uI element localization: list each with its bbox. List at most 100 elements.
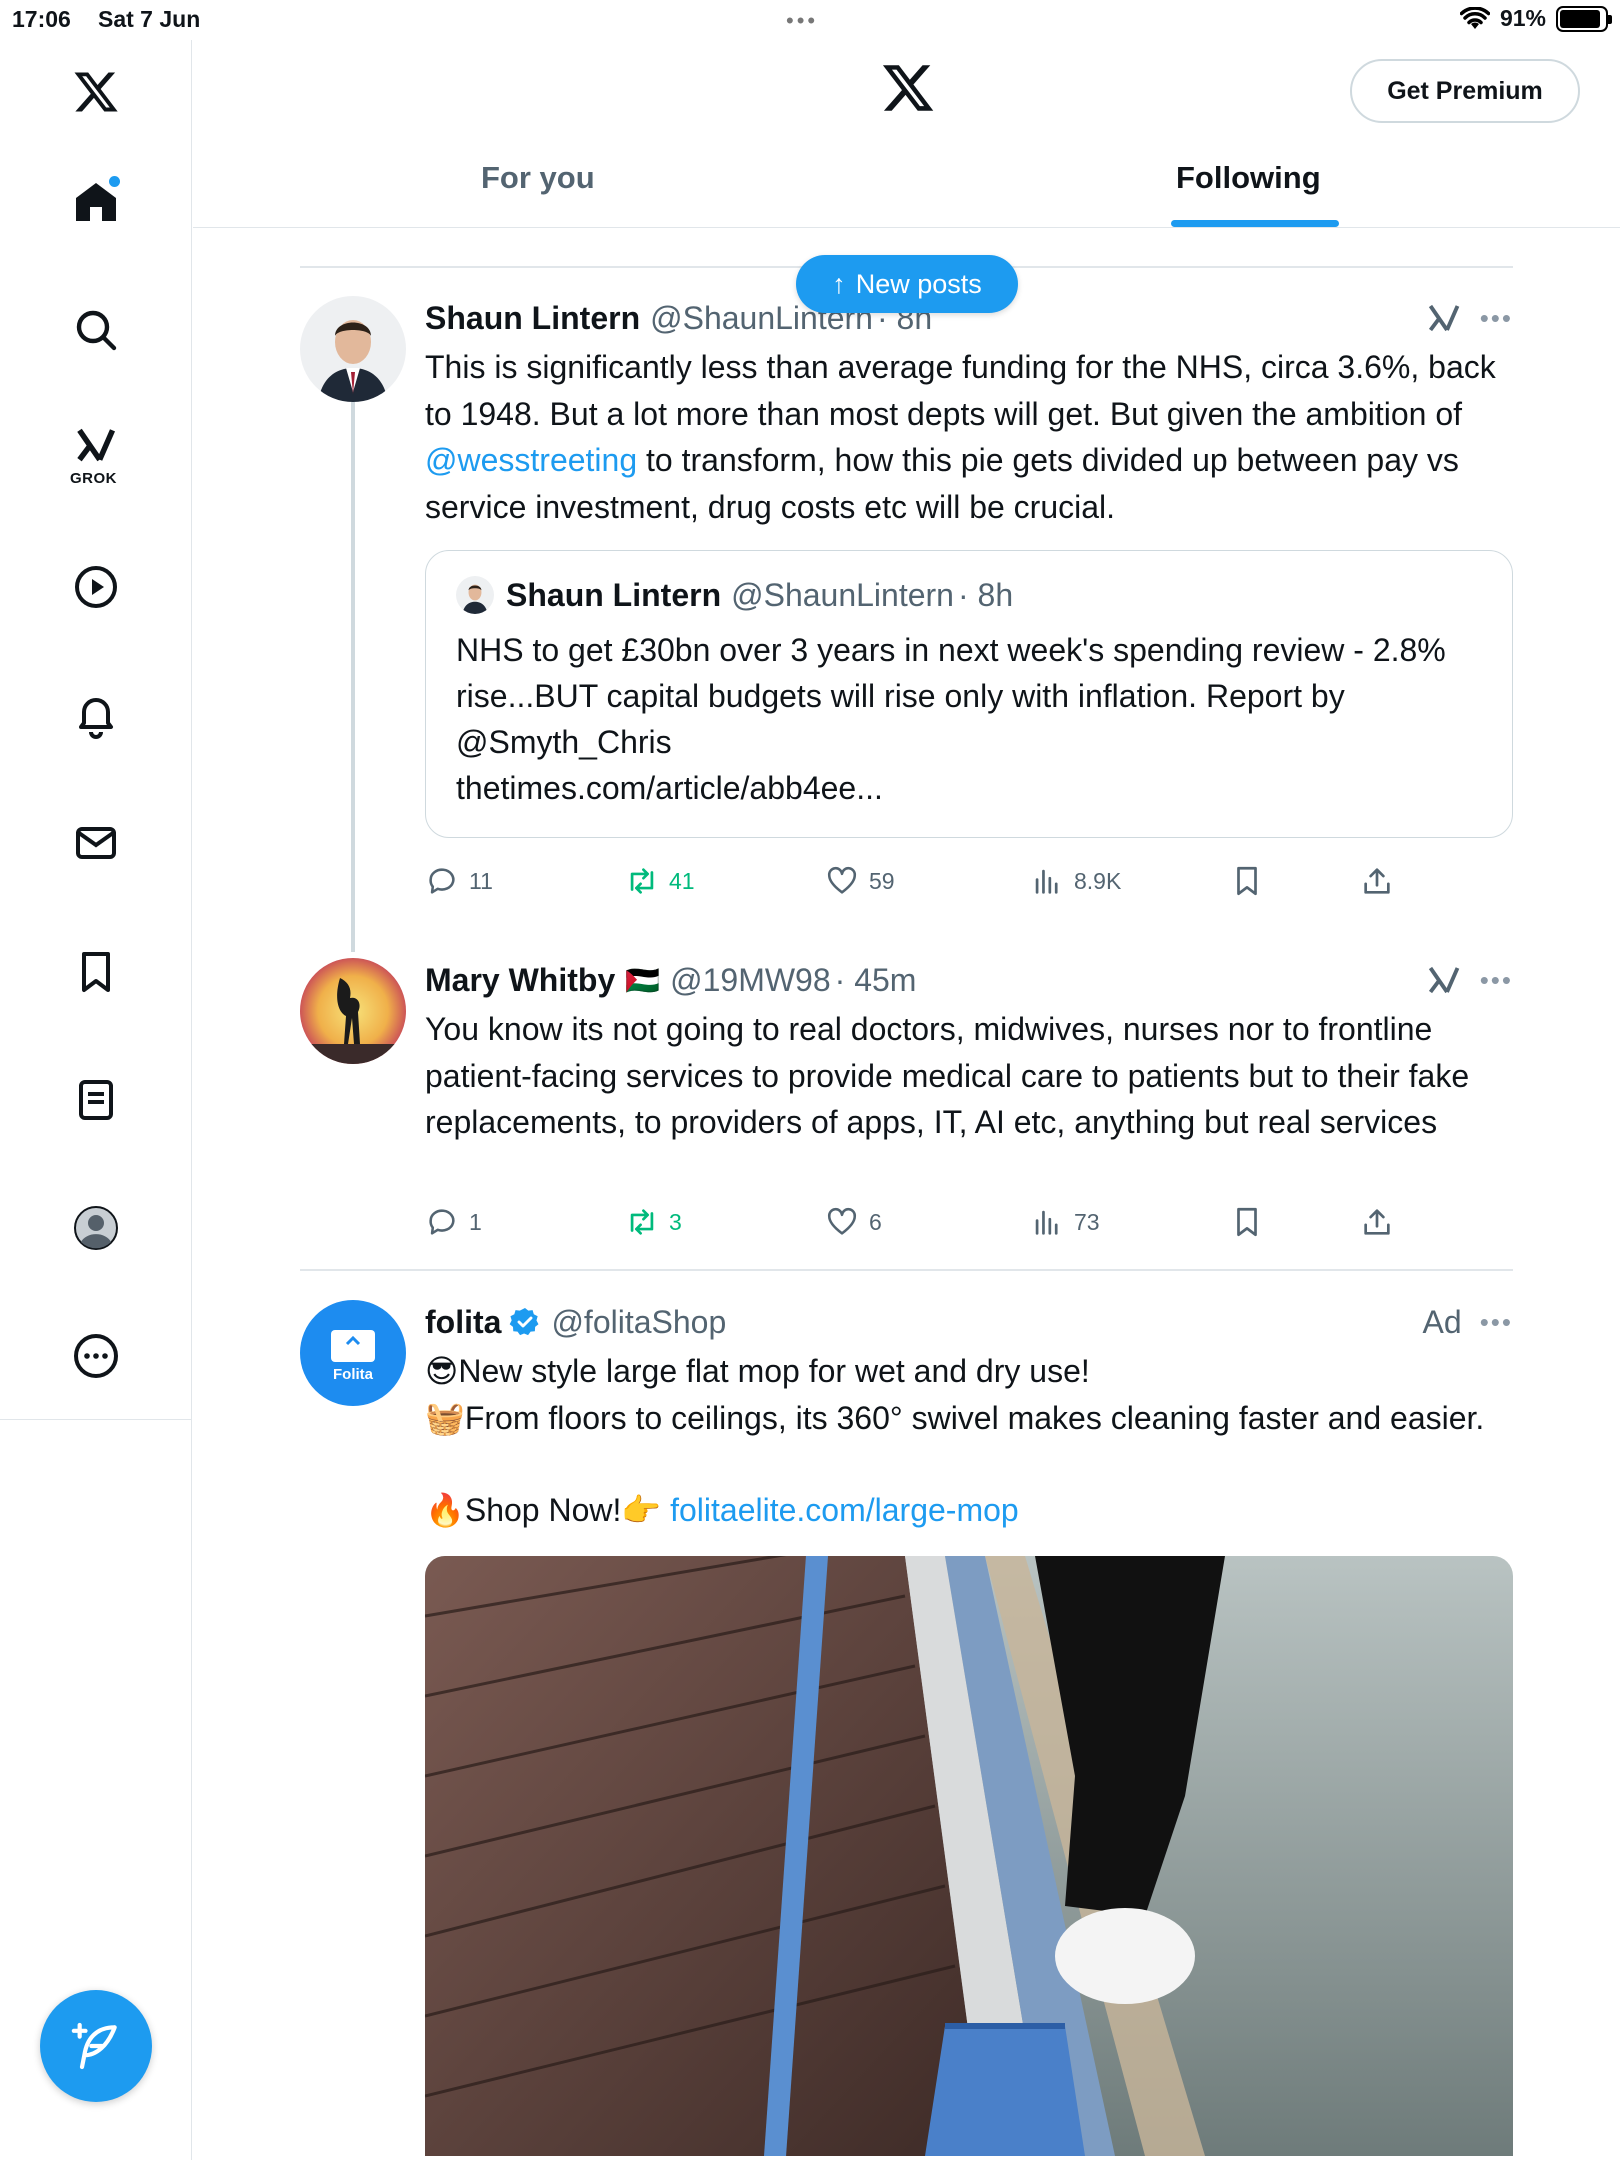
views-chart-icon (1035, 869, 1058, 894)
battery-percent: 91% (1499, 5, 1546, 31)
grok-icon[interactable] (1426, 962, 1462, 998)
bookmark-button[interactable] (1230, 859, 1264, 903)
post-text: You know its not going to real doctors, … (425, 1011, 1470, 1140)
status-date: Sat 7 Jun (98, 6, 201, 32)
avatar[interactable] (300, 296, 406, 402)
share-icon (1364, 1209, 1390, 1235)
views-chart-icon (1035, 1210, 1058, 1235)
quote-link-text: thetimes.com/article/abb4ee... (456, 770, 883, 806)
bookmark-icon (1237, 866, 1257, 896)
wifi-icon (1459, 6, 1490, 29)
views-button[interactable]: 73 (1030, 1200, 1100, 1244)
author-handle[interactable]: @19MW98 (670, 962, 831, 999)
battery-icon (1556, 5, 1612, 32)
repost-button[interactable]: 3 (625, 1200, 682, 1244)
like-count: 6 (869, 1208, 882, 1235)
post-text-part: This is significantly less than average … (425, 349, 1496, 432)
quote-text-body: NHS to get £30bn over 3 years in next we… (456, 632, 1446, 760)
quote-author-handle: @ShaunLintern (731, 576, 954, 613)
ad-line-2: 🧺From floors to ceilings, its 360° swive… (425, 1399, 1485, 1436)
views-count: 8.9K (1074, 867, 1122, 894)
x-logo-icon[interactable] (880, 60, 936, 116)
more-options-icon[interactable]: ••• (1480, 965, 1513, 996)
like-button[interactable]: 6 (825, 1200, 882, 1244)
arrow-up-icon: ↑ (832, 268, 846, 299)
lists-icon[interactable] (66, 1070, 126, 1130)
status-time: 17:06 (12, 6, 71, 32)
bookmark-icon (1237, 1207, 1257, 1237)
video-icon[interactable] (66, 557, 126, 617)
grok-icon[interactable]: GROK (66, 422, 126, 487)
quote-author-name: Shaun Lintern (506, 576, 722, 613)
author-name[interactable]: folita (425, 1304, 501, 1341)
ad-label: Ad (1422, 1304, 1462, 1340)
share-button[interactable] (1360, 1200, 1394, 1244)
notification-dot (109, 176, 120, 187)
more-options-icon[interactable] (66, 1326, 126, 1386)
bookmarks-icon[interactable] (66, 942, 126, 1002)
get-premium-button[interactable]: Get Premium (1350, 59, 1580, 123)
post-header: folita @folitaShop (425, 1300, 1513, 1344)
home-icon[interactable] (66, 172, 126, 232)
sidebar: GROK (0, 40, 192, 2160)
timeline-header: Get Premium For you Following (193, 40, 1620, 228)
compose-post-button[interactable] (40, 1990, 152, 2102)
new-posts-button[interactable]: ↑ New posts (796, 255, 1018, 313)
repost-icon (630, 868, 654, 894)
quoted-post[interactable]: Shaun Lintern @ShaunLintern · 8h NHS to … (425, 550, 1513, 838)
profile-avatar-icon[interactable] (66, 1198, 126, 1258)
ad-video-thumbnail[interactable] (425, 1555, 1513, 2156)
post-text: This is significantly less than average … (425, 344, 1513, 530)
notifications-bell-icon[interactable] (66, 685, 126, 745)
status-indicators: 91% (1459, 5, 1612, 32)
tab-for-you[interactable]: For you (481, 160, 595, 196)
avatar[interactable]: Folita (300, 1300, 406, 1406)
folita-logo-icon (331, 1329, 375, 1362)
author-handle[interactable]: @folitaShop (551, 1304, 726, 1341)
tab-following[interactable]: Following (1176, 160, 1321, 196)
reply-icon (429, 868, 455, 894)
grok-icon[interactable] (1426, 300, 1462, 336)
post-divider (300, 1269, 1513, 1271)
author-name[interactable]: Mary Whitby (425, 962, 615, 999)
reply-count: 11 (469, 867, 493, 894)
thread-connector-line (351, 400, 355, 952)
share-icon (1364, 868, 1390, 894)
flag-emoji: 🇵🇸 (625, 963, 661, 997)
heart-icon (827, 866, 857, 894)
grok-label: GROK (70, 470, 117, 487)
compose-feather-icon (71, 2022, 117, 2070)
post-text: 😎New style large flat mop for wet and dr… (425, 1348, 1513, 1534)
status-bar: 17:06 Sat 7 Jun ••• 91% (0, 0, 1620, 40)
like-button[interactable]: 59 (825, 859, 895, 903)
views-button[interactable]: 8.9K (1030, 859, 1121, 903)
avatar[interactable] (300, 958, 406, 1064)
reply-button[interactable]: 1 (425, 1200, 482, 1244)
reply-count: 1 (469, 1208, 482, 1235)
like-count: 59 (869, 867, 895, 894)
shop-now-text: 🔥Shop Now!👉 (425, 1492, 671, 1528)
share-button[interactable] (1360, 859, 1394, 903)
quote-text: NHS to get £30bn over 3 years in next we… (456, 627, 1482, 811)
heart-icon (827, 1207, 857, 1235)
more-options-icon[interactable]: ••• (1480, 303, 1513, 334)
repost-button[interactable]: 41 (625, 859, 695, 903)
bookmark-button[interactable] (1230, 1200, 1264, 1244)
mention-link[interactable]: @wesstreeting (425, 442, 637, 478)
messages-envelope-icon[interactable] (66, 813, 126, 873)
more-options-icon[interactable]: ••• (1480, 1307, 1513, 1338)
post-actions: 11 41 59 8.9K (425, 859, 1425, 903)
repost-count: 41 (669, 867, 695, 894)
search-icon[interactable] (66, 300, 126, 360)
post-time: · 45m (834, 961, 917, 998)
reply-button[interactable]: 11 (425, 859, 493, 903)
author-name[interactable]: Shaun Lintern (425, 300, 640, 337)
verified-badge-icon (510, 1308, 539, 1336)
post-header: Mary Whitby 🇵🇸 @19MW98 · 45m (425, 958, 1513, 1002)
x-logo-icon[interactable] (66, 62, 126, 122)
new-posts-label: New posts (855, 268, 982, 299)
post-actions: 1 3 6 73 (425, 1200, 1425, 1244)
active-tab-indicator (1171, 220, 1339, 227)
shop-link[interactable]: folitaelite.com/large-mop (670, 1492, 1019, 1528)
multitasking-dots-icon[interactable]: ••• (786, 8, 818, 34)
